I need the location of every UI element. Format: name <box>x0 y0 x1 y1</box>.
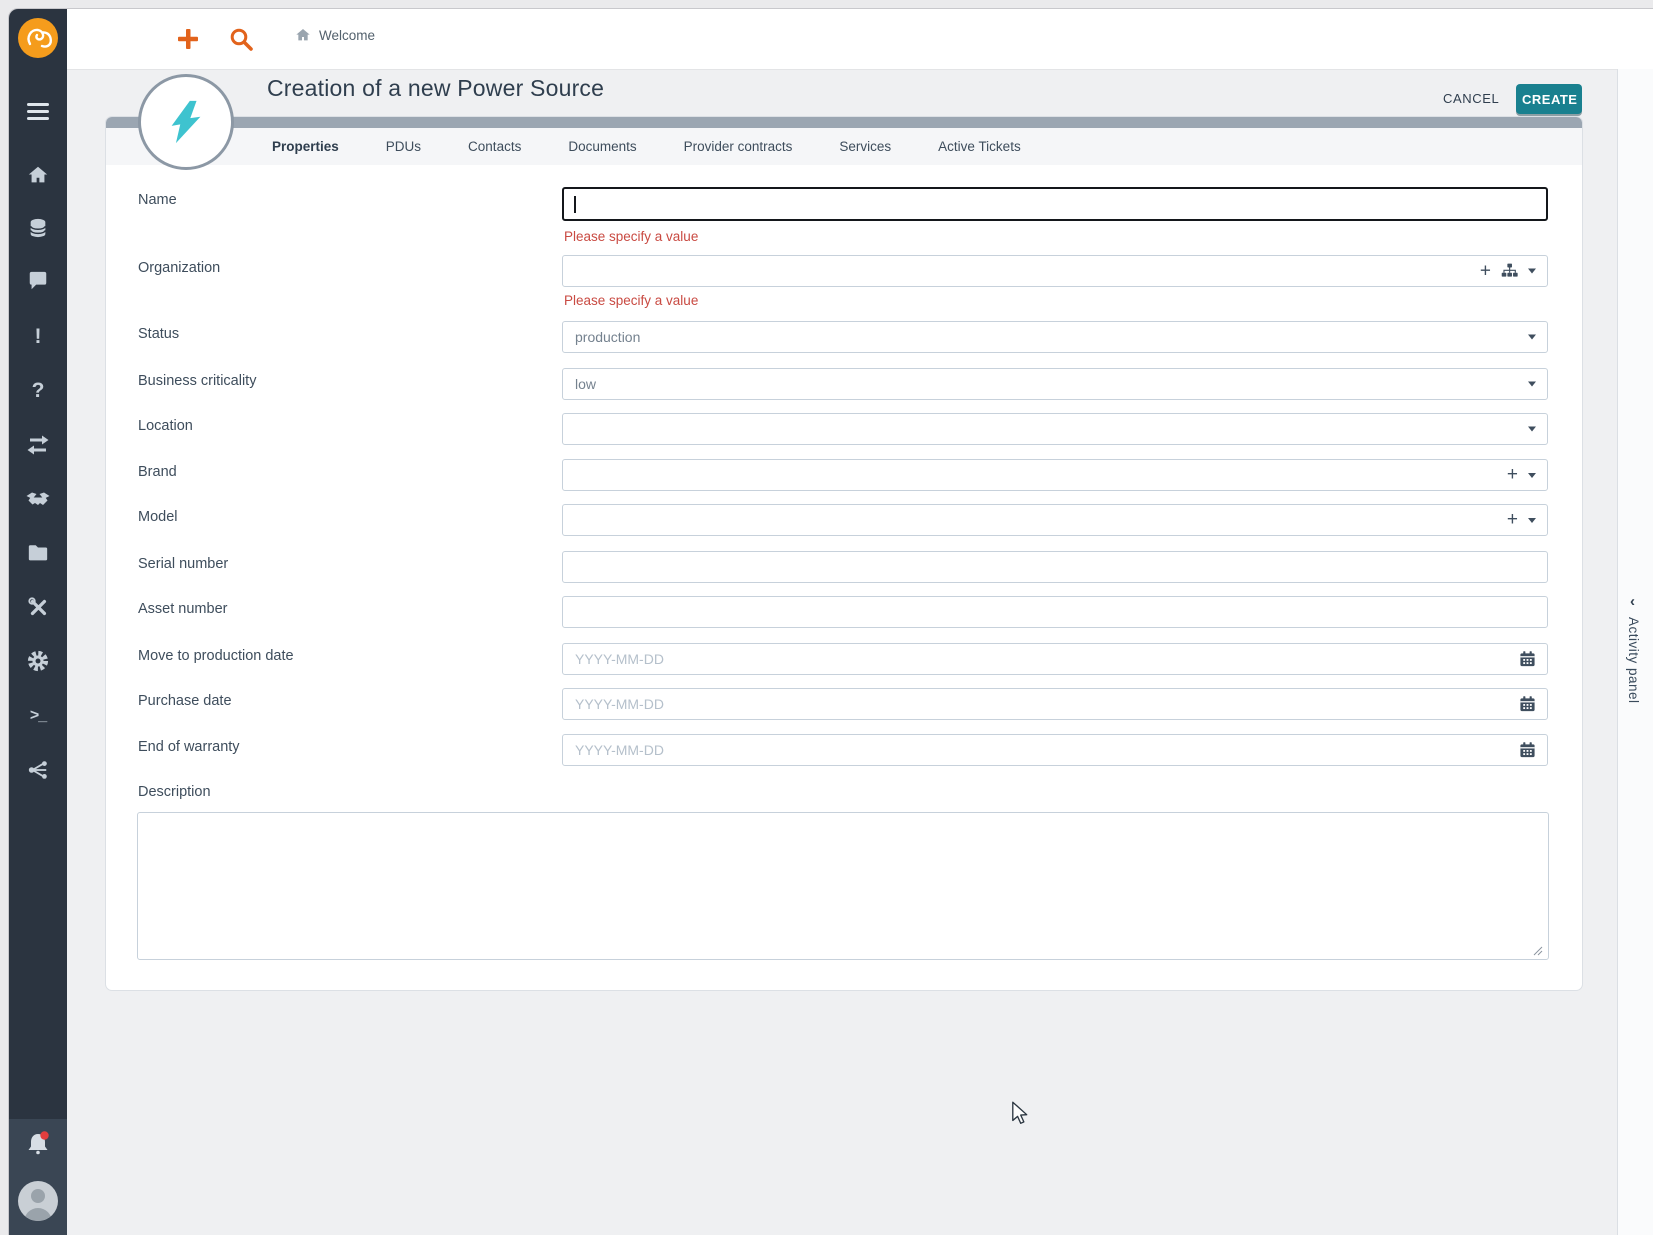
field-label-purchase-date: Purchase date <box>138 693 232 709</box>
calendar-icon[interactable] <box>1519 651 1536 668</box>
status-value: production <box>575 329 640 345</box>
business-criticality-select[interactable]: low <box>562 368 1548 400</box>
tab-documents[interactable]: Documents <box>568 139 636 154</box>
asset-number-field[interactable] <box>562 596 1548 628</box>
status-select[interactable]: production <box>562 321 1548 353</box>
home-icon[interactable] <box>9 164 67 186</box>
tab-properties[interactable]: Properties <box>272 139 339 154</box>
field-label-business-criticality: Business criticality <box>138 373 256 389</box>
calendar-icon[interactable] <box>1519 742 1536 759</box>
field-label-end-of-warranty: End of warranty <box>138 739 240 755</box>
caret-down-icon[interactable] <box>1528 427 1536 432</box>
organization-field[interactable]: + <box>562 255 1548 287</box>
plus-icon[interactable]: + <box>1507 468 1518 482</box>
breadcrumb-label: Welcome <box>319 28 375 43</box>
calendar-icon[interactable] <box>1519 696 1536 713</box>
name-field[interactable] <box>562 187 1548 221</box>
tab-provider-contracts[interactable]: Provider contracts <box>684 139 793 154</box>
exclamation-icon[interactable]: ! <box>9 326 67 348</box>
power-source-bolt-icon <box>163 99 209 145</box>
end-of-warranty-input[interactable] <box>563 735 1547 765</box>
hierarchy-icon[interactable] <box>1501 264 1518 279</box>
name-input[interactable] <box>564 189 1546 219</box>
app-window: ! ? >_ <box>8 8 1653 1235</box>
name-error: Please specify a value <box>564 229 698 244</box>
field-label-model: Model <box>138 509 178 525</box>
gear-icon[interactable] <box>9 650 67 672</box>
sidebar-footer <box>9 1119 67 1235</box>
field-label-name: Name <box>138 192 177 208</box>
purchase-date-input[interactable] <box>563 689 1547 719</box>
tools-icon[interactable] <box>9 596 67 618</box>
itop-logo-icon[interactable] <box>18 18 58 58</box>
asset-number-input[interactable] <box>563 597 1547 627</box>
mouse-cursor <box>1009 1101 1031 1125</box>
notifications-bell-icon[interactable] <box>9 1131 67 1157</box>
transfer-arrows-icon[interactable] <box>9 434 67 456</box>
field-label-organization: Organization <box>138 260 220 276</box>
quick-create-button[interactable] <box>171 22 205 56</box>
brand-input[interactable] <box>563 460 1547 490</box>
serial-number-field[interactable] <box>562 551 1548 583</box>
field-label-brand: Brand <box>138 464 177 480</box>
caret-down-icon[interactable] <box>1528 269 1536 274</box>
field-label-serial-number: Serial number <box>138 556 228 572</box>
tab-bar: Properties PDUs Contacts Documents Provi… <box>106 128 1582 165</box>
breadcrumb[interactable]: Welcome <box>295 27 375 43</box>
terminal-icon[interactable]: >_ <box>9 705 67 727</box>
caret-down-icon[interactable] <box>1528 382 1536 387</box>
model-input[interactable] <box>563 505 1547 535</box>
tab-contacts[interactable]: Contacts <box>468 139 521 154</box>
caret-down-icon[interactable] <box>1528 518 1536 523</box>
field-label-description: Description <box>138 784 211 800</box>
serial-number-input[interactable] <box>563 552 1547 582</box>
organization-error: Please specify a value <box>564 293 698 308</box>
database-icon[interactable] <box>9 217 67 239</box>
caret-down-icon[interactable] <box>1528 473 1536 478</box>
folder-icon[interactable] <box>9 542 67 564</box>
location-select[interactable] <box>562 413 1548 445</box>
organization-input[interactable] <box>563 256 1547 286</box>
menu-toggle-icon[interactable] <box>9 100 67 122</box>
plus-icon[interactable]: + <box>1507 513 1518 527</box>
model-field[interactable]: + <box>562 504 1548 536</box>
comment-icon[interactable] <box>9 270 67 292</box>
sidebar: ! ? >_ <box>9 9 67 1235</box>
field-label-asset-number: Asset number <box>138 601 227 617</box>
move-to-production-date-field[interactable] <box>562 643 1548 675</box>
page-title: Creation of a new Power Source <box>267 75 604 102</box>
brand-field[interactable]: + <box>562 459 1548 491</box>
share-graph-icon[interactable] <box>9 759 67 781</box>
card-top-bar <box>106 117 1582 128</box>
move-to-production-date-input[interactable] <box>563 644 1547 674</box>
breadcrumb-home-icon <box>295 27 311 43</box>
business-criticality-value: low <box>575 376 596 392</box>
object-class-badge <box>138 74 234 170</box>
tab-active-tickets[interactable]: Active Tickets <box>938 139 1021 154</box>
text-caret <box>574 196 576 213</box>
cancel-button[interactable]: CANCEL <box>1443 91 1499 106</box>
handshake-icon[interactable] <box>9 488 67 510</box>
field-label-status: Status <box>138 326 179 342</box>
tab-pdus[interactable]: PDUs <box>386 139 421 154</box>
activity-panel-label: Activity panel <box>1626 617 1641 704</box>
end-of-warranty-field[interactable] <box>562 734 1548 766</box>
caret-down-icon[interactable] <box>1528 335 1536 340</box>
top-toolbar: Welcome <box>67 9 1653 70</box>
search-icon[interactable] <box>225 23 257 55</box>
user-avatar[interactable] <box>9 1179 67 1223</box>
create-button[interactable]: CREATE <box>1516 84 1582 114</box>
plus-icon[interactable]: + <box>1480 264 1491 278</box>
tab-services[interactable]: Services <box>839 139 891 154</box>
resize-grip-icon[interactable] <box>1531 944 1543 956</box>
purchase-date-field[interactable] <box>562 688 1548 720</box>
field-label-move-to-production-date: Move to production date <box>138 648 294 664</box>
field-label-location: Location <box>138 418 193 434</box>
description-textarea[interactable] <box>137 812 1549 960</box>
question-icon[interactable]: ? <box>9 380 67 402</box>
chevron-left-icon[interactable]: ‹ <box>1630 593 1635 610</box>
